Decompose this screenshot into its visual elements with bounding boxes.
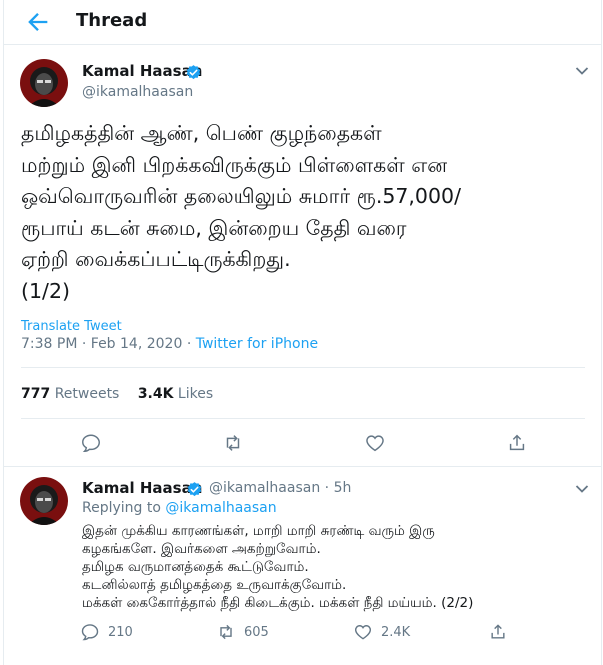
- replying-prefix: Replying to: [82, 500, 161, 516]
- tweet-text: தமிழகத்தின் ஆண், பெண் குழந்தைகள் மற்றும்…: [21, 118, 591, 307]
- author-handle[interactable]: @ikamalhaasan: [82, 84, 193, 100]
- retweets-count: 777: [21, 386, 51, 402]
- verified-badge-icon: [186, 65, 201, 80]
- tweet-text-line: மற்றும் இனி பிறக்கவிருக்கும் பிள்ளைகள் எ…: [21, 152, 448, 177]
- likes-stat[interactable]: 3.4K Likes: [138, 386, 213, 402]
- thread-column: Thread Kamal Haasan @ikamalhaasan தமிழகத…: [3, 0, 602, 665]
- divider: [21, 418, 585, 419]
- like-count: 2.4K: [381, 625, 411, 640]
- tweet-text: இதன் முக்கிய காரணங்கள், மாறி மாறி சுரண்ட…: [82, 522, 592, 612]
- retweets-label: Retweets: [54, 386, 120, 402]
- reply-icon[interactable]: [80, 432, 102, 454]
- tweet-text-line: கடனில்லாத் தமிழகத்தை உருவாக்குவோம்.: [82, 577, 347, 593]
- divider: [21, 367, 585, 368]
- meta-dot: ·: [186, 336, 192, 352]
- tweet-text-line: ஒவ்வொருவரின் தலையிலும் சுமார் ரூ.57,000/: [21, 184, 461, 208]
- replying-handle-link[interactable]: @ikamalhaasan: [165, 500, 276, 516]
- retweet-count: 605: [244, 625, 269, 640]
- author-handle-time: @ikamalhaasan · 5h: [209, 480, 351, 496]
- tweet-text-line: ரூபாய் கடன் சுமை, இன்றைய தேதி வரை: [21, 215, 407, 240]
- like-icon[interactable]: [353, 622, 373, 642]
- tweet-source-link[interactable]: Twitter for iPhone: [196, 336, 318, 352]
- like-icon[interactable]: [364, 432, 386, 454]
- tweet-date[interactable]: Feb 14, 2020: [91, 336, 183, 352]
- tweet-age[interactable]: · 5h: [325, 480, 352, 496]
- retweet-icon[interactable]: [216, 622, 236, 642]
- avatar-image: [20, 477, 68, 525]
- back-arrow-icon[interactable]: [24, 8, 52, 36]
- avatar[interactable]: [20, 477, 68, 525]
- tweet-time[interactable]: 7:38 PM: [21, 336, 77, 352]
- reply-icon[interactable]: [80, 622, 100, 642]
- share-icon[interactable]: [488, 622, 508, 642]
- tweet-text-line: தமிழக வருமானத்தைக் கூட்டுவோம்.: [82, 559, 309, 575]
- thread-header: Thread: [4, 0, 601, 45]
- chevron-down-icon[interactable]: [575, 484, 589, 494]
- avatar-image: [20, 59, 68, 107]
- reply-count: 210: [108, 625, 133, 640]
- verified-badge-icon: [187, 482, 202, 497]
- tweet-text-line: தமிழகத்தின் ஆண், பெண் குழந்தைகள்: [21, 121, 382, 145]
- tweet-text-line: ஏற்றி வைக்கப்பட்டிருக்கிறது.: [21, 247, 291, 271]
- tweet-separator: [4, 466, 601, 467]
- tweet-text-line: கழகங்களே. இவர்களை அகற்றுவோம்.: [82, 541, 321, 557]
- meta-dot: ·: [81, 336, 87, 352]
- author-handle[interactable]: @ikamalhaasan: [209, 480, 320, 496]
- page-title: Thread: [76, 10, 148, 31]
- share-icon[interactable]: [506, 432, 528, 454]
- likes-label: Likes: [177, 386, 214, 402]
- tweet-timestamp: 7:38 PM · Feb 14, 2020 · Twitter for iPh…: [21, 336, 318, 352]
- author-name[interactable]: Kamal Haasan: [82, 479, 202, 497]
- tweet-text-line: மக்கள் கைகோர்த்தால் நீதி கிடைக்கும். மக்…: [82, 595, 474, 611]
- replying-to: Replying to @ikamalhaasan: [82, 500, 277, 516]
- avatar[interactable]: [20, 59, 68, 107]
- tweet-text-line: இதன் முக்கிய காரணங்கள், மாறி மாறி சுரண்ட…: [82, 523, 435, 539]
- likes-count: 3.4K: [137, 386, 174, 402]
- retweets-stat[interactable]: 777 Retweets: [21, 386, 119, 402]
- retweet-icon[interactable]: [222, 432, 244, 454]
- chevron-down-icon[interactable]: [575, 66, 589, 76]
- tweet-stats: 777 Retweets 3.4K Likes: [21, 386, 213, 402]
- translate-tweet-link[interactable]: Translate Tweet: [21, 319, 122, 334]
- tweet-text-line: (1/2): [21, 278, 70, 303]
